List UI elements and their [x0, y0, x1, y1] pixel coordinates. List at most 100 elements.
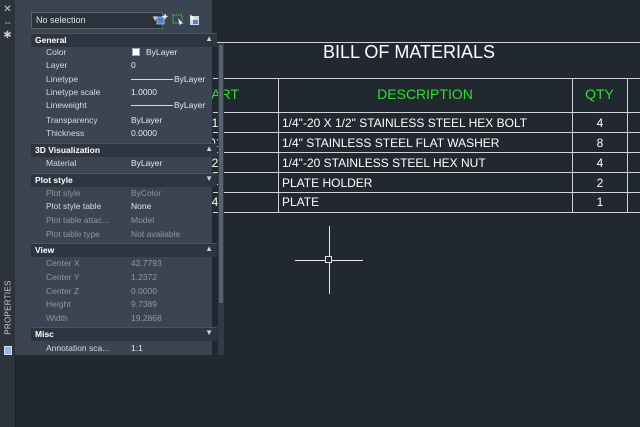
prop-material[interactable]: Material ByLayer — [31, 157, 217, 170]
prop-lineweight[interactable]: Lineweight ByLayer — [31, 99, 217, 112]
prop-value: 0.0000 — [131, 128, 157, 138]
prop-height[interactable]: Height 9.7389 — [31, 298, 217, 311]
prop-label: Plot style — [46, 188, 81, 198]
panel-scrollbar[interactable] — [218, 43, 224, 355]
prop-transparency[interactable]: Transparency ByLayer — [31, 114, 217, 127]
lineweight-sample — [131, 105, 173, 106]
prop-annotation-scale[interactable]: Annotation sca... 1:1 — [31, 342, 217, 355]
prop-value: Not available — [131, 229, 181, 239]
palette-title-strip: ✕ ⇔ ✱ PROPERTIES — [0, 0, 16, 427]
section-plot-title: Plot style — [35, 175, 73, 185]
collapse-icon: ▲ — [205, 244, 213, 253]
header-qty: QTY — [585, 86, 614, 102]
toggle-pickadd-icon[interactable] — [156, 13, 169, 26]
prop-value: ByLayer — [131, 115, 163, 125]
prop-value: 1.0000 — [131, 87, 157, 97]
pickbox — [325, 256, 332, 263]
prop-label: Height — [46, 299, 71, 309]
prop-value: 1.2372 — [131, 272, 157, 282]
prop-width[interactable]: Width 19.2868 — [31, 312, 217, 325]
prop-label: Center X — [46, 258, 80, 268]
prop-label: Center Y — [46, 272, 80, 282]
prop-plot-style-table[interactable]: Plot style table None — [31, 200, 217, 213]
select-objects-icon[interactable] — [172, 13, 185, 26]
cell-description: PLATE HOLDER — [282, 176, 373, 190]
prop-linetype-scale[interactable]: Linetype scale 1.0000 — [31, 86, 217, 99]
prop-label: Layer — [46, 60, 68, 70]
collapse-icon: ▼ — [205, 328, 213, 337]
quick-select-icon[interactable] — [188, 13, 201, 26]
prop-thickness[interactable]: Thickness 0.0000 — [31, 127, 217, 140]
cell-description: 1/4" STAINLESS STEEL FLAT WASHER — [282, 136, 500, 150]
table-col-divider — [627, 78, 628, 212]
prop-label: Width — [46, 313, 68, 323]
prop-center-x[interactable]: Center X 42.7793 — [31, 257, 217, 270]
properties-icon — [4, 346, 12, 355]
section-plot-style[interactable]: Plot style ▼ — [31, 173, 217, 187]
section-view[interactable]: View ▲ — [31, 243, 217, 257]
prop-label: Thickness — [46, 128, 85, 138]
prop-value: 19.2868 — [131, 313, 162, 323]
prop-label: Transparency — [46, 115, 98, 125]
collapse-icon: ▲ — [205, 34, 213, 43]
scrollbar-thumb[interactable] — [219, 45, 223, 303]
prop-value: None — [131, 201, 152, 211]
section-3d-title: 3D Visualization — [35, 145, 101, 155]
cell-description: PLATE — [282, 195, 320, 209]
prop-label: Plot style table — [46, 201, 102, 211]
auto-hide-icon[interactable]: ⇔ — [2, 17, 13, 28]
prop-label: Material — [46, 158, 77, 168]
cell-qty: 2 — [596, 176, 604, 190]
linetype-sample — [131, 79, 173, 80]
prop-value: ByLayer — [131, 158, 163, 168]
prop-value: 0 — [131, 60, 136, 70]
prop-value: 1:1 — [131, 343, 143, 353]
cell-qty: 1 — [596, 195, 604, 209]
prop-center-z[interactable]: Center Z 0.0000 — [31, 285, 217, 298]
prop-plot-table-type[interactable]: Plot table type Not available — [31, 228, 217, 241]
prop-value: 9.7389 — [131, 299, 157, 309]
prop-plot-table-attached[interactable]: Plot table attac... Model — [31, 214, 217, 227]
properties-panel: No selection ▼ General ▲ Color ByLayer L… — [15, 0, 224, 355]
prop-value: Model — [131, 215, 155, 225]
collapse-icon: ▼ — [205, 174, 213, 183]
prop-label: Linetype scale — [46, 87, 101, 97]
cell-description: 1/4"-20 STAINLESS STEEL HEX NUT — [282, 156, 486, 170]
color-swatch — [132, 48, 140, 56]
cell-qty: 4 — [596, 156, 604, 170]
prop-label: Linetype — [46, 74, 79, 84]
prop-center-y[interactable]: Center Y 1.2372 — [31, 271, 217, 284]
prop-color[interactable]: Color ByLayer — [31, 46, 217, 59]
prop-label: Center Z — [46, 286, 80, 296]
prop-plot-style[interactable]: Plot style ByColor — [31, 187, 217, 200]
prop-label: Plot table type — [46, 229, 100, 239]
section-misc-title: Misc — [35, 329, 54, 339]
section-general[interactable]: General ▲ — [31, 33, 217, 47]
settings-icon[interactable]: ✱ — [2, 30, 13, 41]
close-icon[interactable]: ✕ — [2, 4, 13, 15]
table-bottom-border — [213, 212, 640, 213]
palette-title: PROPERTIES — [3, 280, 13, 335]
section-view-title: View — [35, 245, 55, 255]
table-title: BILL OF MATERIALS — [322, 42, 496, 62]
section-3d-visualization[interactable]: 3D Visualization ▲ — [31, 143, 217, 157]
prop-layer[interactable]: Layer 0 — [31, 59, 217, 72]
section-general-title: General — [35, 35, 67, 45]
cell-qty: 8 — [596, 136, 604, 150]
selection-value: No selection — [36, 15, 86, 25]
prop-linetype[interactable]: Linetype ByLayer — [31, 73, 217, 86]
prop-label: Lineweight — [46, 100, 87, 110]
prop-value: ByLayer — [146, 47, 178, 57]
section-misc[interactable]: Misc ▼ — [31, 327, 217, 341]
panel-toolbar: No selection ▼ — [15, 0, 212, 31]
prop-value: ByLayer — [174, 74, 206, 84]
collapse-icon: ▲ — [205, 144, 213, 153]
prop-label: Annotation sca... — [46, 343, 110, 353]
prop-value: ByLayer — [174, 100, 206, 110]
prop-label: Color — [46, 47, 67, 57]
header-description: DESCRIPTION — [377, 86, 473, 102]
prop-label: Plot table attac... — [46, 215, 110, 225]
cell-qty: 4 — [596, 116, 604, 130]
selection-dropdown[interactable]: No selection ▼ — [31, 12, 163, 29]
cell-description: 1/4"-20 X 1/2" STAINLESS STEEL HEX BOLT — [282, 116, 528, 130]
